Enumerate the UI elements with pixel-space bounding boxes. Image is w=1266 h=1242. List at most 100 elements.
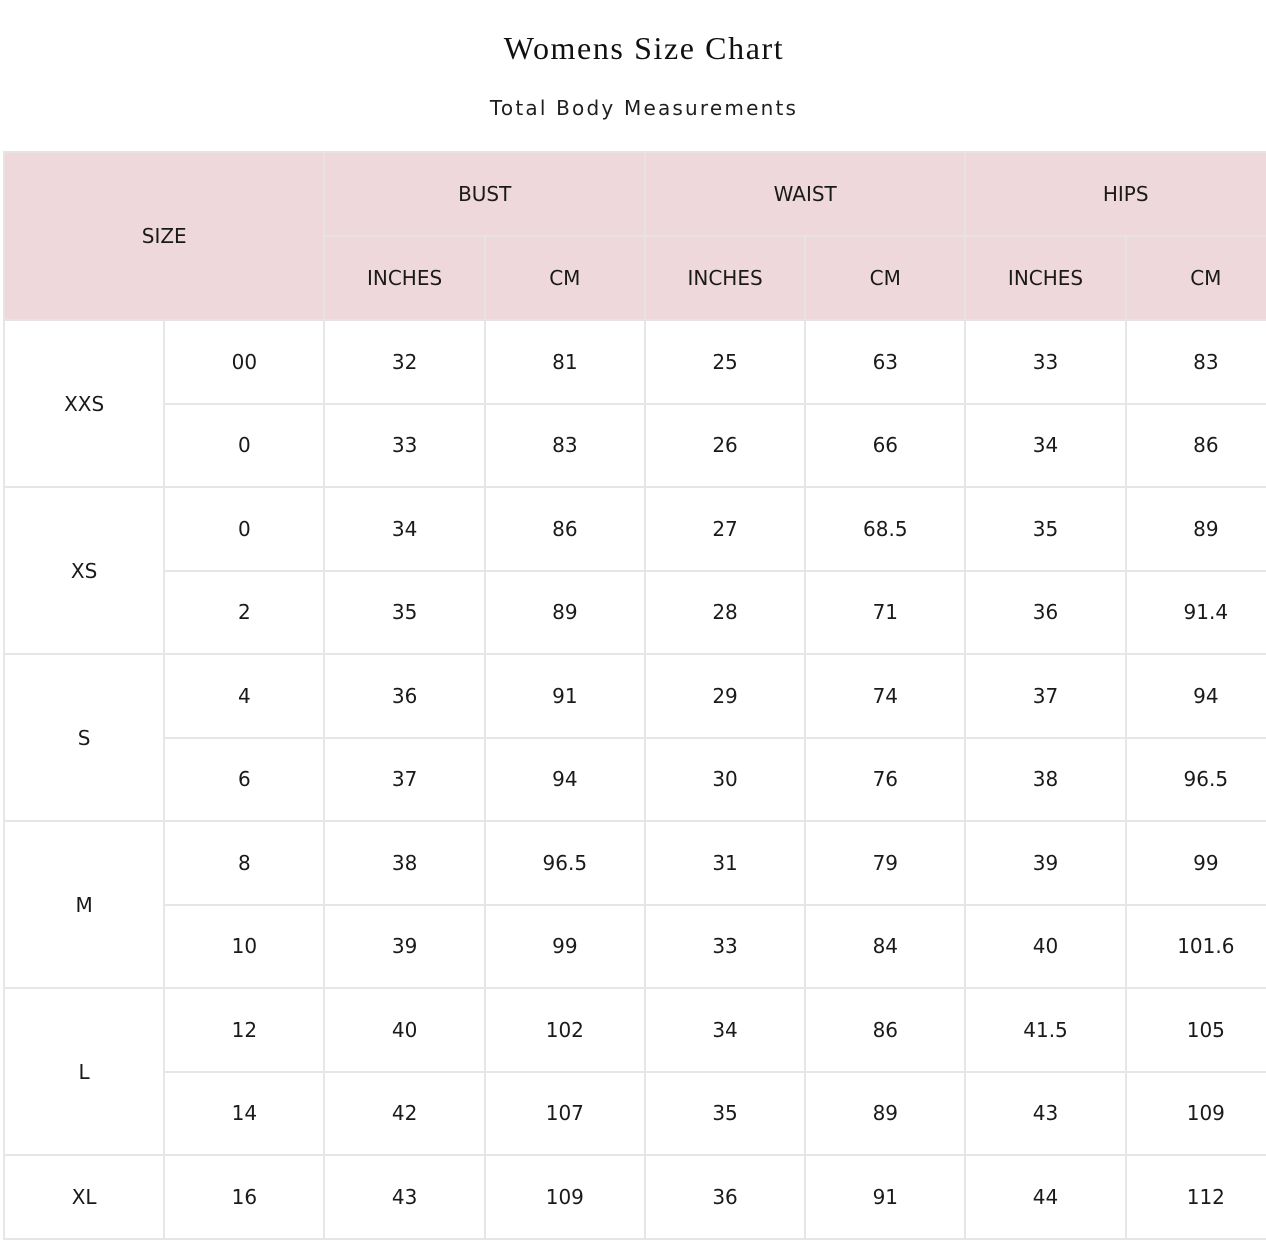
- cell-waist-inches: 33: [643, 903, 807, 989]
- table-row: L 12 40 102 34 86 41.5 105: [2, 987, 1266, 1156]
- cell-waist-inches: 27: [643, 486, 807, 572]
- cell-bust-inches: 32: [323, 319, 486, 405]
- cell-hips-inches: 36: [964, 569, 1127, 655]
- cell-bust-inches: 36: [323, 653, 486, 739]
- cell-hips-inches: 37: [964, 653, 1127, 739]
- header-waist: WAIST: [643, 151, 967, 237]
- cell-waist-inches: 35: [643, 1070, 807, 1156]
- cell-size-letter: XL: [2, 1154, 166, 1240]
- cell-hips-cm: 86: [1124, 402, 1266, 488]
- cell-hips-cm: 96.5: [1124, 736, 1266, 822]
- cell-bust-cm: 91: [483, 653, 646, 739]
- header-row-groups: SIZE BUST WAIST HIPS: [2, 151, 1266, 321]
- cell-size-number: 2: [163, 569, 326, 655]
- cell-waist-cm: 74: [804, 653, 967, 739]
- cell-size-number: 14: [163, 1070, 326, 1156]
- cell-hips-cm: 105: [1124, 987, 1266, 1073]
- cell-hips-inches: 33: [964, 319, 1127, 405]
- cell-size-number: 8: [163, 820, 326, 906]
- cell-bust-cm: 99: [483, 903, 646, 989]
- cell-bust-cm: 109: [483, 1154, 646, 1240]
- cell-hips-inches: 34: [964, 402, 1127, 488]
- table-row: XL 16 43 109 36 91 44 112: [2, 1154, 1266, 1240]
- cell-hips-inches: 44: [964, 1154, 1127, 1240]
- cell-hips-inches: 35: [964, 486, 1127, 572]
- cell-waist-inches: 25: [643, 319, 807, 405]
- table-row: XS 0 34 86 27 68.5 35 89: [2, 486, 1266, 655]
- header-size: SIZE: [2, 151, 326, 321]
- cell-waist-inches: 28: [643, 569, 807, 655]
- cell-bust-cm: 89: [483, 569, 646, 655]
- cell-hips-cm: 89: [1124, 486, 1266, 572]
- cell-bust-cm: 96.5: [483, 820, 646, 906]
- size-chart-table: SIZE BUST WAIST HIPS INCHES CM INCHES CM…: [2, 151, 1266, 1240]
- cell-bust-cm: 86: [483, 486, 646, 572]
- table-row: 14 42 107 35 89 43 109: [4, 1070, 1266, 1156]
- cell-bust-cm: 94: [483, 736, 646, 822]
- table-row: S 4 36 91 29 74 37 94: [2, 653, 1266, 822]
- cell-hips-cm: 101.6: [1124, 903, 1266, 989]
- cell-size-letter: XXS: [2, 319, 166, 488]
- cell-size-number: 00: [163, 319, 326, 405]
- cell-waist-cm: 84: [804, 903, 967, 989]
- table-header: SIZE BUST WAIST HIPS INCHES CM INCHES CM…: [2, 151, 1266, 321]
- table-row: 2 35 89 28 71 36 91.4: [4, 569, 1266, 655]
- header-hips-cm: CM: [1124, 235, 1266, 321]
- cell-size-number: 16: [163, 1154, 326, 1240]
- header-waist-inches: INCHES: [643, 235, 807, 321]
- cell-bust-inches: 38: [323, 820, 486, 906]
- cell-size-number: 6: [163, 736, 326, 822]
- cell-hips-cm: 99: [1124, 820, 1266, 906]
- header-bust-inches: INCHES: [323, 235, 486, 321]
- table-row: 6 37 94 30 76 38 96.5: [4, 736, 1266, 822]
- cell-bust-inches: 37: [323, 736, 486, 822]
- cell-bust-inches: 35: [323, 569, 486, 655]
- cell-bust-inches: 39: [323, 903, 486, 989]
- page-subtitle: Total Body Measurements: [489, 96, 799, 120]
- cell-size-letter: XS: [2, 486, 166, 655]
- cell-waist-inches: 26: [643, 402, 807, 488]
- cell-hips-cm: 83: [1124, 319, 1266, 405]
- header-bust: BUST: [323, 151, 646, 237]
- cell-size-number: 0: [163, 486, 326, 572]
- cell-size-letter: S: [2, 653, 166, 822]
- cell-hips-inches: 41.5: [964, 987, 1127, 1073]
- cell-bust-cm: 83: [483, 402, 646, 488]
- cell-waist-cm: 91: [804, 1154, 967, 1240]
- cell-waist-cm: 86: [804, 987, 967, 1073]
- table-body: XXS 00 32 81 25 63 33 83 0 33 83 26 66 34 86 XS 0 34 86 27 6…: [2, 319, 1266, 1240]
- cell-waist-inches: 36: [643, 1154, 807, 1240]
- cell-hips-cm: 94: [1124, 653, 1266, 739]
- cell-waist-inches: 31: [643, 820, 807, 906]
- cell-waist-cm: 63: [804, 319, 967, 405]
- table-row: 10 39 99 33 84 40 101.6: [4, 903, 1266, 989]
- cell-size-number: 4: [163, 653, 326, 739]
- cell-hips-cm: 112: [1124, 1154, 1266, 1240]
- table-row: 0 33 83 26 66 34 86: [4, 402, 1266, 488]
- cell-waist-cm: 71: [804, 569, 967, 655]
- cell-waist-cm: 68.5: [804, 486, 967, 572]
- cell-waist-cm: 76: [804, 736, 967, 822]
- cell-bust-inches: 40: [323, 987, 486, 1073]
- cell-waist-cm: 66: [804, 402, 967, 488]
- cell-hips-cm: 109: [1124, 1070, 1266, 1156]
- cell-bust-cm: 102: [483, 987, 646, 1073]
- cell-bust-inches: 34: [323, 486, 486, 572]
- cell-waist-inches: 29: [643, 653, 807, 739]
- cell-hips-inches: 39: [964, 820, 1127, 906]
- page-title: Womens Size Chart: [503, 30, 785, 66]
- cell-waist-inches: 30: [643, 736, 807, 822]
- table-row: XXS 00 32 81 25 63 33 83: [2, 319, 1266, 488]
- header-bust-cm: CM: [483, 235, 646, 321]
- cell-size-letter: L: [2, 987, 166, 1156]
- table-row: M 8 38 96.5 31 79 39 99: [2, 820, 1266, 989]
- header-hips-inches: INCHES: [964, 235, 1127, 321]
- cell-size-number: 0: [163, 402, 326, 488]
- cell-hips-inches: 43: [964, 1070, 1127, 1156]
- cell-bust-inches: 33: [323, 402, 486, 488]
- header-waist-cm: CM: [804, 235, 967, 321]
- cell-size-number: 10: [163, 903, 326, 989]
- cell-bust-inches: 43: [323, 1154, 486, 1240]
- cell-bust-cm: 107: [483, 1070, 646, 1156]
- header-hips: HIPS: [964, 151, 1266, 237]
